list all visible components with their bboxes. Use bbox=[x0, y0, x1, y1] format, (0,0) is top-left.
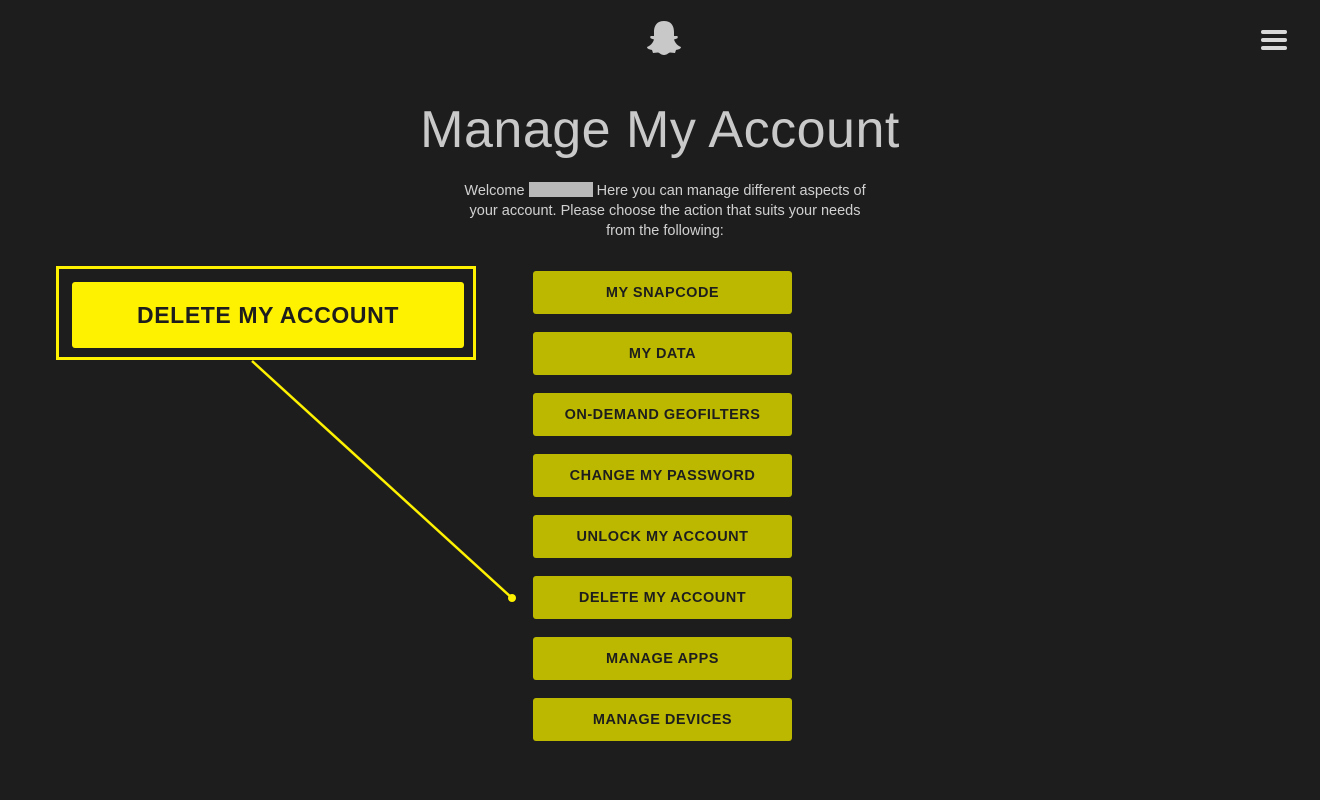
callout-delete-account-label: DELETE MY ACCOUNT bbox=[72, 282, 464, 348]
callout-connector-line bbox=[251, 360, 516, 602]
